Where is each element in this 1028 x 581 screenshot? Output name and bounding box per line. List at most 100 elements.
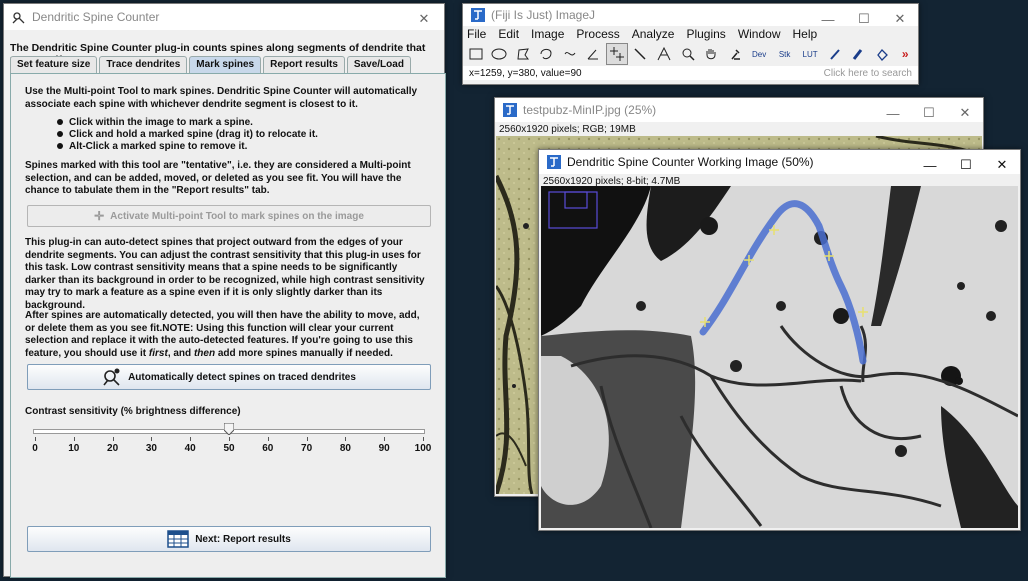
brush-tool-icon[interactable] [847,43,869,65]
autodetect-note-paragraph: After spines are automatically detected,… [25,310,420,359]
bullet-item: Alt-Click a marked spine to remove it. [57,141,247,154]
spine-counter-app-icon [12,12,25,24]
tab-report-results[interactable]: Report results [263,56,345,73]
dialog-title: Dendritic Spine Counter [32,10,160,24]
slider-tick [151,437,153,441]
working-image-canvas[interactable] [541,186,1018,528]
lut-tool-button[interactable]: LUT [798,43,821,65]
imagej-title: (Fiji Is Just) ImageJ [491,8,596,22]
imagej-statusbar: x=1259, y=380, value=90 Click here to se… [463,66,918,80]
hand-tool-icon[interactable] [700,43,722,65]
menu-edit[interactable]: Edit [498,27,519,41]
dropper-tool-icon[interactable] [724,43,746,65]
contrast-slider-thumb[interactable] [224,423,234,435]
status-text: x=1259, y=380, value=90 [469,67,582,79]
minimize-icon[interactable]: — [875,98,911,128]
fiji-icon [471,8,485,22]
close-icon[interactable]: ✕ [947,98,983,128]
slider-tick [345,437,347,441]
close-icon[interactable]: ✕ [882,4,918,34]
slider-label: Contrast sensitivity (% brightness diffe… [25,406,241,417]
slider-tick [306,437,308,441]
activate-multipoint-button[interactable]: ✛ Activate Multi-point Tool to mark spin… [27,205,431,227]
maximize-icon[interactable]: ☐ [948,150,984,180]
slider-tick [112,437,114,441]
stk-tool-button[interactable]: Stk [773,43,796,65]
next-report-results-button[interactable]: Next: Report results [27,526,431,552]
tentative-paragraph: Spines marked with this tool are "tentat… [25,160,411,196]
imagej-toolbar: Dev Stk LUT » [463,42,918,66]
slider-tick-label: 30 [145,443,157,454]
spine-detect-icon [103,368,120,386]
slider-tick [384,437,386,441]
magnifier-tool-icon[interactable] [677,43,699,65]
tab-mark-spines[interactable]: Mark spines [189,56,262,73]
working-image-titlebar[interactable]: Dendritic Spine Counter Working Image (5… [539,150,1020,174]
minimize-icon[interactable]: — [810,4,846,34]
pencil-tool-icon[interactable] [824,43,846,65]
slider-tick-label: 60 [262,443,274,454]
tab-set-feature-size[interactable]: Set feature size [10,56,98,73]
dialog-titlebar[interactable]: Dendritic Spine Counter ✕ [4,4,444,30]
slider-tick-label: 70 [301,443,313,454]
slider-tick [35,437,36,441]
spine-counter-dialog: Dendritic Spine Counter ✕ The Dendritic … [3,3,446,578]
slider-tick [73,437,75,441]
tab-bar: Set feature size Trace dendrites Mark sp… [10,56,413,73]
instructions-paragraph: Use the Multi-point Tool to mark spines.… [25,86,418,110]
close-icon[interactable]: ✕ [406,4,442,34]
wand-tool-icon[interactable] [630,43,652,65]
table-icon [167,530,189,548]
working-image-title: Dendritic Spine Counter Working Image (5… [567,155,814,169]
close-icon[interactable]: ✕ [984,150,1020,180]
maximize-icon[interactable]: ☐ [846,4,882,34]
minimize-icon[interactable]: — [912,150,948,180]
test-image-titlebar[interactable]: testpubz-MinIP.jpg (25%) — ☐ ✕ [495,98,983,122]
auto-detect-spines-button[interactable]: Automatically detect spines on traced de… [27,364,431,390]
slider-tick-label: 90 [378,443,390,454]
maximize-icon[interactable]: ☐ [911,98,947,128]
bullet-item: Click and hold a marked spine (drag it) … [57,129,318,142]
autodetect-paragraph: This plug-in can auto-detect spines that… [25,237,425,311]
fiji-icon [547,155,561,169]
fiji-icon [503,103,517,117]
angle-tool-icon[interactable] [583,43,605,65]
bullet-icon [57,143,63,150]
more-tools-icon[interactable]: » [894,43,916,65]
slider-tick-label: 20 [107,443,119,454]
menu-image[interactable]: Image [531,27,564,41]
menu-plugins[interactable]: Plugins [686,27,725,41]
slider-tick [423,437,424,441]
menu-analyze[interactable]: Analyze [632,27,675,41]
multipoint-tool-icon[interactable] [606,43,628,65]
slider-tick-label: 10 [68,443,80,454]
tab-save-load[interactable]: Save/Load [346,56,411,73]
dev-tool-button[interactable]: Dev [747,43,770,65]
slider-tick-label: 40 [184,443,196,454]
bullet-item: Click within the image to mark a spine. [57,117,253,130]
bullet-icon [57,119,63,126]
mark-spines-panel: Use the Multi-point Tool to mark spines.… [10,73,446,578]
line-tool-icon[interactable] [559,43,581,65]
oval-tool-icon[interactable] [489,43,511,65]
imagej-main-window: (Fiji Is Just) ImageJ — ☐ ✕ File Edit Im… [462,3,919,85]
imagej-titlebar[interactable]: (Fiji Is Just) ImageJ — ☐ ✕ [463,4,918,27]
working-image-window: Dendritic Spine Counter Working Image (5… [538,149,1021,531]
menu-window[interactable]: Window [738,27,781,41]
flood-fill-tool-icon[interactable] [871,43,893,65]
polygon-tool-icon[interactable] [512,43,534,65]
slider-tick [229,437,230,441]
rectangle-tool-icon[interactable] [465,43,487,65]
search-input[interactable]: Click here to search [824,68,912,79]
menu-file[interactable]: File [467,27,486,41]
crosshair-icon: ✛ [94,209,105,223]
text-tool-icon[interactable] [653,43,675,65]
menu-process[interactable]: Process [576,27,619,41]
freehand-tool-icon[interactable] [536,43,558,65]
slider-tick-label: 0 [32,443,38,454]
tab-trace-dendrites[interactable]: Trace dendrites [99,56,188,73]
slider-tick [190,437,192,441]
slider-tick [267,437,269,441]
slider-tick-label: 100 [414,443,432,454]
slider-tick-label: 50 [223,443,235,454]
